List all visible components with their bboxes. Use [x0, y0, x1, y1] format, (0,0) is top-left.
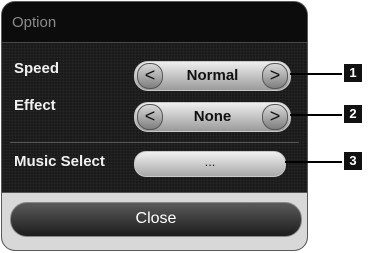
effect-label: Effect [14, 97, 56, 114]
music-select-label: Music Select [14, 153, 105, 170]
chevron-right-icon[interactable]: > [262, 63, 288, 89]
callout-leader-1 [290, 73, 342, 75]
effect-value: None [193, 108, 232, 125]
effect-stepper: < None > [134, 102, 291, 132]
chevron-left-icon[interactable]: < [137, 104, 163, 130]
callout-leader-2 [290, 114, 342, 116]
dialog-title: Option [12, 14, 57, 31]
figure: Option Speed < Normal > Effect < None > … [0, 0, 373, 253]
callout-3: 3 [344, 152, 362, 170]
speed-value: Normal [186, 67, 239, 84]
close-button[interactable]: Close [10, 202, 302, 237]
dialog-titlebar: Option [2, 2, 307, 43]
speed-stepper: < Normal > [134, 61, 291, 91]
callout-2: 2 [344, 105, 362, 123]
divider [10, 142, 299, 143]
callout-leader-3 [285, 161, 342, 163]
chevron-left-icon[interactable]: < [137, 63, 163, 89]
callout-1: 1 [344, 64, 362, 82]
speed-label: Speed [14, 60, 60, 77]
chevron-right-icon[interactable]: > [262, 104, 288, 130]
music-select-button[interactable]: ... [134, 151, 286, 177]
